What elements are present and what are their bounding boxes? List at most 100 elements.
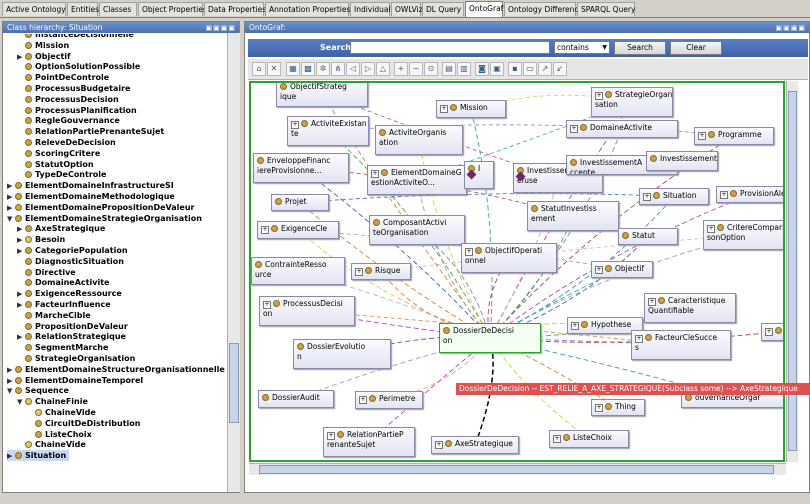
relation-edge[interactable] [489,215,574,339]
graph-node-strategie-organisation[interactable]: + StrategieOrgani sation [591,87,673,117]
class-tree-scroll-thumb[interactable] [229,343,239,423]
expand-node-icon[interactable]: + [465,248,473,256]
relation-edge[interactable] [470,108,493,339]
tree-item[interactable]: PropositionDeValeur [17,321,128,332]
tree-item[interactable]: ▶ ElementDomainePropositionDeValeur [7,202,194,213]
tree-item[interactable]: ▶ Situation [7,450,70,462]
expand-node-icon[interactable]: + [595,92,603,100]
open-icon[interactable]: ▭ [523,62,537,76]
tree-item[interactable]: ListeChoix [27,429,92,440]
expand-node-icon[interactable]: + [291,121,299,129]
graph-node-perimetre[interactable]: + Perimetre [355,391,423,409]
tab-object-properties[interactable]: Object Properties [138,2,207,16]
graph-node-relation-partie-prenante[interactable]: + RelationPartieP renanteSujet [323,427,415,457]
zoom-out-icon[interactable]: − [409,62,423,76]
clear-icon[interactable]: ✕ [267,62,281,76]
expand-node-icon[interactable]: + [570,125,578,133]
graph-node-enveloppe-financiere[interactable]: EnveloppeFinanc iereProvisionne... [253,153,349,183]
graph-node-statut[interactable]: Statut [618,228,678,245]
expand-node-icon[interactable]: + [263,301,271,309]
zoom-fit-icon[interactable]: ⊙ [424,62,438,76]
expand-node-icon[interactable]: + [635,335,643,343]
tab-active-ontology[interactable]: Active Ontology [2,2,66,16]
tab-data-properties[interactable]: Data Properties [204,2,266,16]
tree-item[interactable]: RegleGouvernance [17,115,120,126]
tree-item[interactable]: ▶ CategoriePopulation [17,245,128,256]
tab-dl-query[interactable]: DL Query [422,2,464,16]
tree-item[interactable]: OptionSolutionPossible [17,61,140,72]
tree-item[interactable]: TypeDeControle [17,169,106,180]
tree-item[interactable]: ▶ AxeStrategique [17,223,105,234]
tree-item[interactable]: StatutOption [17,159,94,170]
graph-node-investissements[interactable]: InvestissementS [646,151,718,171]
tree-item[interactable]: ChaineVide [17,439,86,450]
tree-layout-icon[interactable]: ⋔ [331,62,345,76]
search-button[interactable]: Search [614,41,666,55]
expand-node-icon[interactable]: + [595,266,603,274]
tree-down-layout-icon[interactable]: △ [376,62,390,76]
tab-individuals[interactable]: Individuals [350,2,394,16]
grid2-layout-icon[interactable]: ▩ [301,62,315,76]
graph-node-thing[interactable]: + Thing [591,399,645,416]
tree-item[interactable]: Mission [17,40,69,51]
tree-right-layout-icon[interactable]: ▷ [361,62,375,76]
graph-node-mission[interactable]: + Mission [436,100,506,118]
graph-node-facteur-cle-succes[interactable]: + FacteurCleSucce s [631,330,731,360]
import-icon[interactable]: ↙ [553,62,567,76]
expand-node-icon[interactable]: + [720,191,728,199]
graph-node-contrainte-ressource[interactable]: ContrainteResso urce [251,257,345,285]
search-input[interactable] [350,41,550,54]
expand-node-icon[interactable]: + [698,132,706,140]
graph-node-dossier-audit[interactable]: DossierAudit [258,390,334,408]
graph-node-programme[interactable]: + Programme [694,127,774,145]
tree-item[interactable]: ReleveDeDecision [17,137,116,148]
export-icon[interactable]: ↗ [538,62,552,76]
expand-node-icon[interactable]: + [371,170,379,178]
graph-node-dossier-de-decision[interactable]: DossierDeDecisi on [439,323,541,353]
graph-vertical-scrollbar[interactable] [786,81,798,462]
ontograf-window-buttons[interactable]: ▣▣▣▣ [776,23,806,34]
expand-node-icon[interactable]: + [327,432,335,440]
graph-node-dossier-evolution[interactable]: DossierEvolutio n [293,339,391,369]
tree-left-layout-icon[interactable]: ◁ [346,62,360,76]
tree-item[interactable]: ProcessusBudgetaire [17,83,130,94]
tab-sparql-query[interactable]: SPARQL Query [577,2,635,16]
tree-item[interactable]: ▶ ElementDomaineTemporel [7,375,143,386]
tree-item[interactable]: ▶ ElementDomaineStructureOrganisationnell… [7,364,225,375]
tab-ontograf[interactable]: OntoGraf [465,1,503,17]
tree-item[interactable]: SegmentMarche [17,342,108,353]
tree-item[interactable]: ▶ ExigenceRessource [17,288,122,299]
tab-entities[interactable]: Entities [67,2,99,16]
radial-layout-icon[interactable]: ✲ [316,62,330,76]
graph-node-axe-strategique[interactable]: + AxeStrategique [431,436,519,454]
expand-node-icon[interactable]: + [595,404,603,412]
home-icon[interactable]: ⌂ [252,62,266,76]
tree-item[interactable]: ▼ ChaineFinie [17,396,88,407]
tree-item[interactable]: CircuitDeDistribution [27,418,140,429]
collapsed-arrow-icon[interactable]: ▶ [7,451,15,462]
graph-node-composant-activite[interactable]: ComposantActivi teOrganisation [369,215,465,245]
expand-node-icon[interactable]: + [440,105,448,113]
expand-node-icon[interactable]: + [435,441,443,449]
tree-item[interactable]: ▶ ElementDomaineInfrastructureSI [7,180,174,191]
graph-node-provision-alea[interactable]: + ProvisionAlea [716,186,783,203]
expand-node-icon[interactable]: + [355,268,363,276]
tree-item[interactable]: Directive [17,267,76,278]
expanded-arrow-icon[interactable]: ▼ [17,397,25,408]
tree-item[interactable]: ▶ ElementDomaineMethodologique [7,191,175,202]
graph-vertical-scroll-thumb[interactable] [788,91,797,451]
expand-node-icon[interactable]: + [571,322,579,330]
graph-horizontal-scroll-thumb[interactable] [259,465,774,474]
camera-icon[interactable]: ◙ [475,62,489,76]
graph-node-objectif-operationnel[interactable]: + ObjectifOperati onnel [461,243,557,273]
graph-node-statut-investissement[interactable]: StatutInvestiss ement [527,201,619,231]
graph-node-activite-existante[interactable]: + ActiviteExistan te [287,116,369,146]
graph-node-risque[interactable]: + Risque [351,263,411,280]
expand-node-icon[interactable]: + [648,298,656,306]
graph-node-element-domaine-gestion[interactable]: + ElementDomaineG estionActiviteO... [367,165,467,195]
graph-node-objectif[interactable]: + Objectif [591,261,653,278]
tree-item[interactable]: ▶ FacteurInfluence [17,299,111,310]
graph-node-critere-comparaison[interactable]: + CritereCompari sonOption [703,220,783,250]
expand-node-icon[interactable]: + [765,328,773,336]
graph-node-liste-choix[interactable]: + ListeChoix [549,430,629,448]
